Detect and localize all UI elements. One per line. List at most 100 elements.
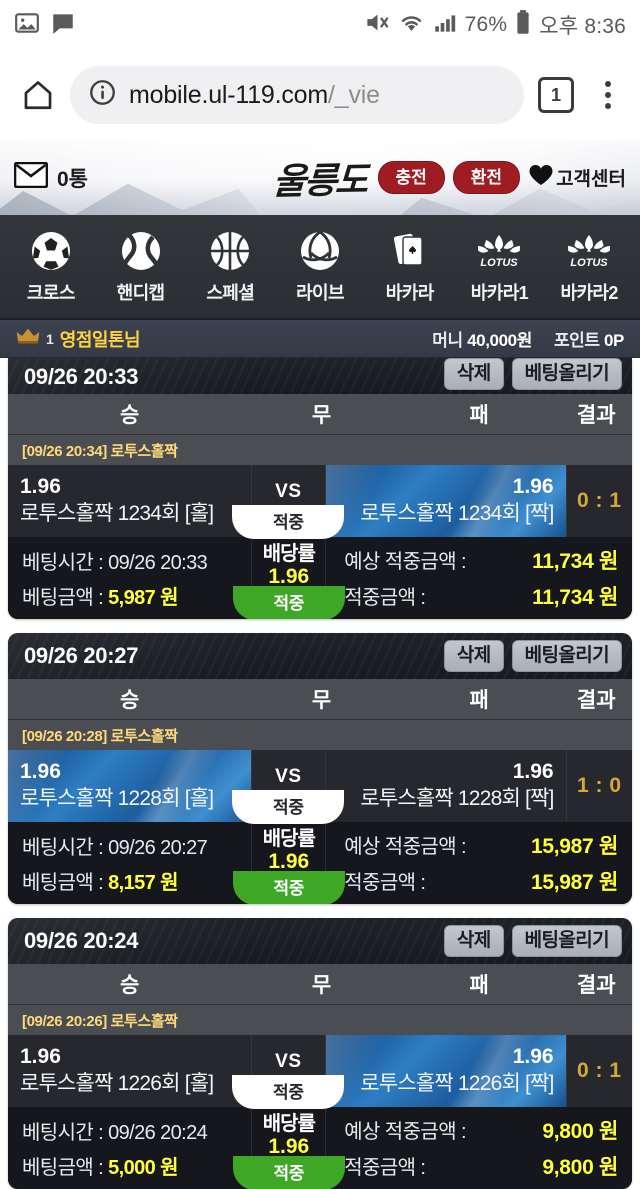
home-icon[interactable] bbox=[12, 69, 64, 121]
bet-summary-left: 베팅시간 : 09/26 20:27 베팅금액 : 8,157 원 bbox=[8, 822, 251, 904]
hit-badge: 적중 bbox=[232, 505, 345, 539]
nav-label: 바카라2 bbox=[560, 283, 619, 303]
nav-label: 스페셜 bbox=[206, 283, 255, 303]
match-row: 1.96 로투스홀짝 1234회 [홀] VS 적중 1.96 로투스홀짝 12… bbox=[8, 465, 632, 539]
nav-item-baccarat[interactable]: 바카라 bbox=[365, 228, 455, 305]
bet-summary-right: 예상 적중금액 : 11,734 원 적중금액 : 11,734 원 bbox=[326, 537, 632, 619]
raise-bet-button[interactable]: 베팅올리기 bbox=[511, 925, 622, 957]
away-selection[interactable]: 1.96 로투스홀짝 1226회 [짝] bbox=[326, 1035, 566, 1107]
delete-button[interactable]: 삭제 bbox=[443, 925, 504, 957]
status-left-icons bbox=[14, 10, 76, 41]
wifi-icon bbox=[398, 9, 425, 41]
bet-time-caption: 베팅시간 : bbox=[22, 837, 104, 859]
money-value: 40,000원 bbox=[467, 331, 532, 350]
raise-bet-button[interactable]: 베팅올리기 bbox=[511, 640, 622, 672]
home-odds: 1.96 bbox=[20, 760, 61, 784]
win-amount-value: 11,734 원 bbox=[532, 586, 618, 609]
money-group: 머니 40,000원 bbox=[432, 326, 532, 351]
nav-item-baccarat2[interactable]: LOTUS 바카라2 bbox=[544, 228, 634, 305]
raise-bet-button[interactable]: 베팅올리기 bbox=[511, 358, 622, 390]
away-team: 로투스홀짝 1226회 [짝] bbox=[360, 1072, 554, 1096]
url-text[interactable]: mobile.ul-119.com/_vie bbox=[129, 81, 380, 110]
match-title: [09/26 20:34] 로투스홀짝 bbox=[8, 435, 632, 465]
status-badge: 적중 bbox=[232, 871, 345, 904]
mailbox-link[interactable]: 0통 bbox=[13, 161, 88, 193]
bet-card-header: 09/26 20:33 삭제 베팅올리기 bbox=[8, 358, 632, 394]
column-header-lose: 패 bbox=[469, 689, 489, 712]
deposit-button[interactable]: 충전 bbox=[377, 161, 445, 194]
home-selection[interactable]: 1.96 로투스홀짝 1228회 [홀] bbox=[8, 750, 251, 822]
bet-amount-row: 베팅금액 : 5,987 원 bbox=[22, 581, 251, 610]
home-selection[interactable]: 1.96 로투스홀짝 1234회 [홀] bbox=[8, 465, 251, 537]
tab-count-label: 1 bbox=[538, 77, 574, 113]
menu-dot bbox=[605, 103, 611, 109]
expected-win-row: 예상 적중금액 : 11,734 원 bbox=[344, 545, 618, 575]
overflow-menu-icon[interactable] bbox=[588, 69, 628, 121]
nav-item-cross[interactable]: 크로스 bbox=[6, 228, 96, 305]
bet-amount-value: 8,157 원 bbox=[108, 872, 178, 894]
money-label: 머니 bbox=[432, 331, 463, 350]
lotus-icon: LOTUS bbox=[474, 228, 524, 274]
home-team: 로투스홀짝 1226회 [홀] bbox=[20, 1072, 214, 1096]
vs-label: VS bbox=[275, 766, 302, 787]
home-selection[interactable]: 1.96 로투스홀짝 1226회 [홀] bbox=[8, 1035, 251, 1107]
win-amount-label: 적중금액 : bbox=[344, 872, 426, 894]
game-nav-bar: 크로스 핸디캡 스페셜 라이브 바카라 LOTUS 바카라1 LOTUS 바카라 bbox=[0, 215, 640, 320]
address-bar[interactable]: mobile.ul-119.com/_vie bbox=[70, 66, 524, 124]
tab-switcher-button[interactable]: 1 bbox=[530, 69, 582, 121]
site-logo-label: 울릉도 bbox=[272, 158, 368, 203]
delete-button[interactable]: 삭제 bbox=[443, 640, 504, 672]
android-status-bar: 76% 오후 8:36 bbox=[0, 0, 640, 50]
win-amount-row: 적중금액 : 9,800 원 bbox=[344, 1151, 618, 1181]
info-circle-icon[interactable] bbox=[88, 78, 117, 112]
bet-card-header: 09/26 20:24 삭제 베팅올리기 bbox=[8, 918, 632, 964]
nav-label: 핸디캡 bbox=[116, 283, 165, 303]
away-team: 로투스홀짝 1228회 [짝] bbox=[360, 787, 554, 811]
win-amount-row: 적중금액 : 11,734 원 bbox=[344, 581, 618, 611]
customer-center-link[interactable]: 고객센터 bbox=[528, 163, 626, 192]
column-header-row: 승 무 패 결과 bbox=[8, 679, 632, 720]
match-row: 1.96 로투스홀짝 1228회 [홀] VS 적중 1.96 로투스홀짝 12… bbox=[8, 750, 632, 824]
basketball-icon bbox=[208, 228, 252, 274]
vs-column: VS 적중 bbox=[232, 1035, 345, 1109]
bet-card-actions: 삭제 베팅올리기 bbox=[443, 358, 622, 390]
hit-badge: 적중 bbox=[232, 1075, 345, 1109]
expected-win-value: 9,800 원 bbox=[542, 1120, 618, 1143]
away-selection[interactable]: 1.96 로투스홀짝 1228회 [짝] bbox=[326, 750, 566, 822]
nav-label: 바카라 bbox=[385, 283, 434, 303]
bet-summary-left: 베팅시간 : 09/26 20:24 베팅금액 : 5,000 원 bbox=[8, 1107, 251, 1189]
hit-badge: 적중 bbox=[232, 790, 345, 824]
nav-item-live[interactable]: 라이브 bbox=[275, 228, 365, 305]
point-value: 0P bbox=[604, 331, 624, 350]
bet-card: 09/26 20:33 삭제 베팅올리기 승 무 패 결과 [09/26 20:… bbox=[8, 358, 632, 619]
away-team: 로투스홀짝 1234회 [짝] bbox=[360, 502, 554, 526]
away-selection[interactable]: 1.96 로투스홀짝 1234회 [짝] bbox=[326, 465, 566, 537]
away-odds: 1.96 bbox=[512, 1045, 554, 1069]
bet-card-actions: 삭제 베팅올리기 bbox=[443, 640, 622, 672]
match-result: 0 : 1 bbox=[565, 465, 632, 537]
user-identity: 1 영점일톤님 bbox=[16, 326, 141, 352]
home-odds: 1.96 bbox=[20, 1045, 61, 1069]
envelope-icon bbox=[13, 161, 49, 193]
bet-time-value: 09/26 20:33 bbox=[108, 552, 208, 574]
odds-summary: 배당률 1.96 적중 bbox=[232, 1107, 345, 1189]
bet-summary: 베팅시간 : 09/26 20:33 베팅금액 : 5,987 원 배당률 1.… bbox=[8, 537, 632, 619]
delete-button[interactable]: 삭제 bbox=[443, 358, 504, 390]
away-odds: 1.96 bbox=[512, 475, 554, 499]
site-header: 0통 울릉도 충전 환전 고객센터 bbox=[0, 140, 640, 215]
column-header-row: 승 무 패 결과 bbox=[8, 394, 632, 435]
match-result: 1 : 0 bbox=[565, 750, 632, 822]
expected-win-row: 예상 적중금액 : 9,800 원 bbox=[344, 1115, 618, 1145]
user-info-bar: 1 영점일톤님 머니 40,000원 포인트 0P bbox=[0, 320, 640, 358]
nav-item-special[interactable]: 스페셜 bbox=[185, 228, 275, 305]
nav-item-baccarat1[interactable]: LOTUS 바카라1 bbox=[455, 228, 545, 305]
withdraw-button[interactable]: 환전 bbox=[452, 161, 521, 194]
column-header-lose: 패 bbox=[469, 404, 489, 427]
bet-card-actions: 삭제 베팅올리기 bbox=[443, 925, 622, 957]
rate-value: 1.96 bbox=[268, 1135, 310, 1158]
bet-summary-left: 베팅시간 : 09/26 20:33 베팅금액 : 5,987 원 bbox=[8, 537, 251, 619]
nav-item-handicap[interactable]: 핸디캡 bbox=[96, 228, 186, 305]
status-badge: 적중 bbox=[232, 1156, 345, 1189]
user-balance: 머니 40,000원 포인트 0P bbox=[432, 326, 624, 351]
chat-bubble-icon bbox=[50, 10, 76, 41]
